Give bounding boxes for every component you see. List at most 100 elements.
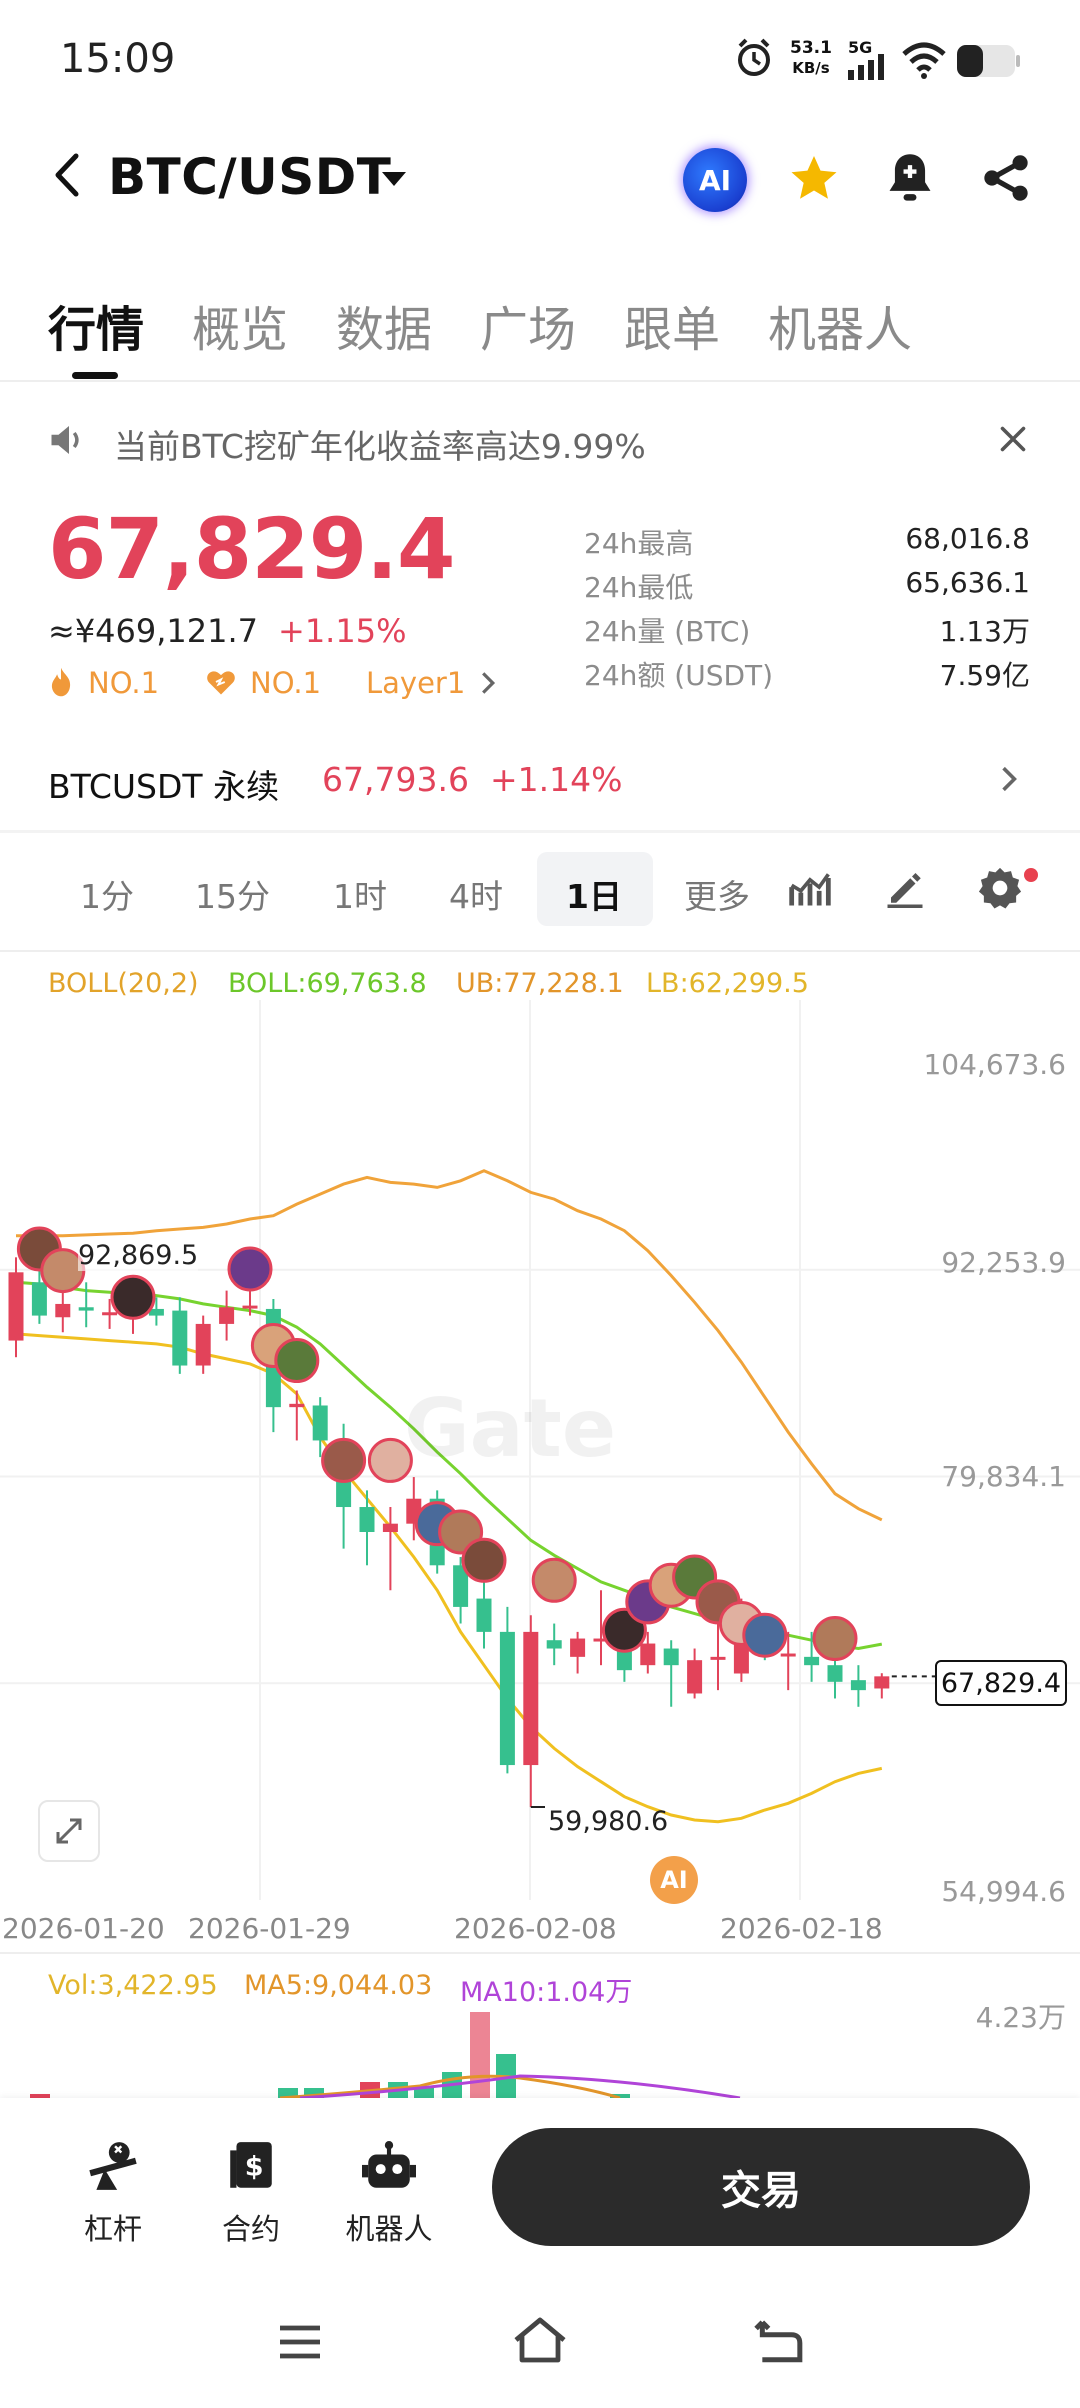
interval-1m[interactable]: 1分 [80,870,134,918]
high-marker: 92,869.5 [78,1240,199,1271]
fullscreen-button[interactable] [38,1800,100,1862]
chevron-right-icon[interactable] [480,670,496,696]
x-axis-label: 2026-01-20 [2,1912,165,1945]
interval-more[interactable]: 更多 [684,870,750,918]
perp-price: 67,793.6 [322,760,469,799]
tab-copy-trading[interactable]: 跟单 [624,290,720,360]
alarm-icon [738,38,770,76]
tab-bots[interactable]: 机器人 [768,290,912,360]
signal-icon [848,54,884,80]
star-icon[interactable] [786,152,842,206]
avatar-marker [812,1616,858,1662]
avatar-marker [110,1274,156,1320]
avatar-marker [742,1612,788,1658]
avatar-marker [321,1437,367,1483]
nav-leverage-label[interactable]: 杠杆 [43,2206,183,2248]
status-time: 15:09 [60,36,176,82]
candle-body [102,1312,118,1316]
candle-body [710,1656,726,1660]
y-axis-label: 92,253.9 [941,1246,1066,1279]
candle-body [523,1631,539,1766]
interval-15m[interactable]: 15分 [195,870,270,918]
candle-body [570,1638,586,1657]
interval-1h[interactable]: 1时 [333,870,387,918]
close-icon[interactable] [998,424,1028,454]
futures-icon[interactable]: $ [226,2140,276,2194]
chevron-right-icon[interactable] [1000,764,1018,794]
tag-category[interactable]: Layer1 [366,666,465,700]
share-icon[interactable] [980,152,1032,204]
leverage-icon[interactable] [88,2140,138,2194]
candle-body [31,1282,47,1316]
tag-fav-rank[interactable]: NO.1 [250,666,321,700]
avatar-marker [531,1557,577,1603]
ma5-label: MA5:9,044.03 [244,1970,433,2001]
candle-body [242,1305,258,1309]
candle-body [827,1665,843,1682]
home-icon[interactable] [510,2316,570,2364]
alert-bell-icon[interactable] [884,150,936,206]
vol-label: Vol:3,422.95 [48,1970,218,2001]
x-axis-label: 2026-01-29 [188,1912,351,1945]
tab-overview[interactable]: 概览 [192,290,288,360]
candle-body [546,1640,562,1649]
candle-body [55,1303,71,1318]
candle-body [289,1403,305,1408]
nav-bots-label[interactable]: 机器人 [319,2206,459,2248]
divider [0,380,1080,382]
candle-body [312,1405,328,1441]
main-tabs: 行情 概览 数据 广场 跟单 机器人 [0,290,1080,380]
watermark-logo: Gate [404,1382,617,1475]
boll-lb: LB:62,299.5 [646,968,809,999]
interval-1d[interactable]: 1日 [566,870,622,918]
tab-data[interactable]: 数据 [336,290,432,360]
ai-button[interactable]: AI [683,148,747,212]
nav-futures-label[interactable]: 合约 [181,2206,321,2248]
volume-chart [30,2012,741,2098]
indicator-icon[interactable] [788,868,832,910]
pair-title[interactable]: BTC/USDT [108,148,391,206]
y-axis-label: 79,834.1 [941,1460,1066,1493]
stat-value: 1.13万 [939,615,1030,648]
heart-icon [207,671,235,695]
stat-label: 24h量 (BTC) [584,615,751,648]
y-axis-label: 54,994.6 [941,1875,1066,1908]
interval-4h[interactable]: 4时 [449,870,503,918]
price-cny: ≈¥469,121.7 [48,612,259,650]
battery-icon [957,45,1020,77]
candle-body [804,1656,820,1666]
draw-pen-icon[interactable] [884,866,926,908]
notice-text[interactable]: 当前BTC挖矿年化收益率高达9.99% [114,420,646,468]
settings-icon[interactable] [978,866,1022,910]
current-price-marker: 67,829.4 [935,1660,1067,1706]
net-speed: 53.1 KB/s [790,38,832,77]
tag-hot-rank[interactable]: NO.1 [88,666,159,700]
candle-body [874,1676,890,1689]
expand-icon [56,1818,82,1844]
pair-dropdown-icon[interactable] [382,172,406,186]
boll-ub: UB:77,228.1 [456,968,624,999]
perp-name[interactable]: BTCUSDT 永续 [48,760,279,808]
ai-chart-button[interactable]: AI [650,1856,698,1904]
menu-icon[interactable] [276,2322,324,2362]
tab-square[interactable]: 广场 [480,290,576,360]
tab-market[interactable]: 行情 [48,290,144,360]
candle-body [172,1310,188,1366]
robot-icon[interactable] [362,2140,416,2194]
candle-body [850,1680,866,1691]
candle-body [476,1598,492,1632]
avatar-marker [274,1338,320,1384]
avatar-marker [461,1537,507,1583]
stat-value: 7.59亿 [939,659,1030,692]
candle-body [219,1307,235,1324]
last-price: 67,829.4 [48,500,456,598]
back-nav-icon[interactable] [754,2318,804,2364]
candle-body [499,1631,515,1766]
y-axis-label: 104,673.6 [923,1048,1066,1081]
back-icon[interactable] [48,150,88,200]
divider [0,1952,1080,1954]
boll-mid: BOLL:69,763.8 [228,968,427,999]
trade-button[interactable]: 交易 [492,2128,1030,2246]
fire-icon [51,667,71,697]
candle-body [359,1507,375,1533]
